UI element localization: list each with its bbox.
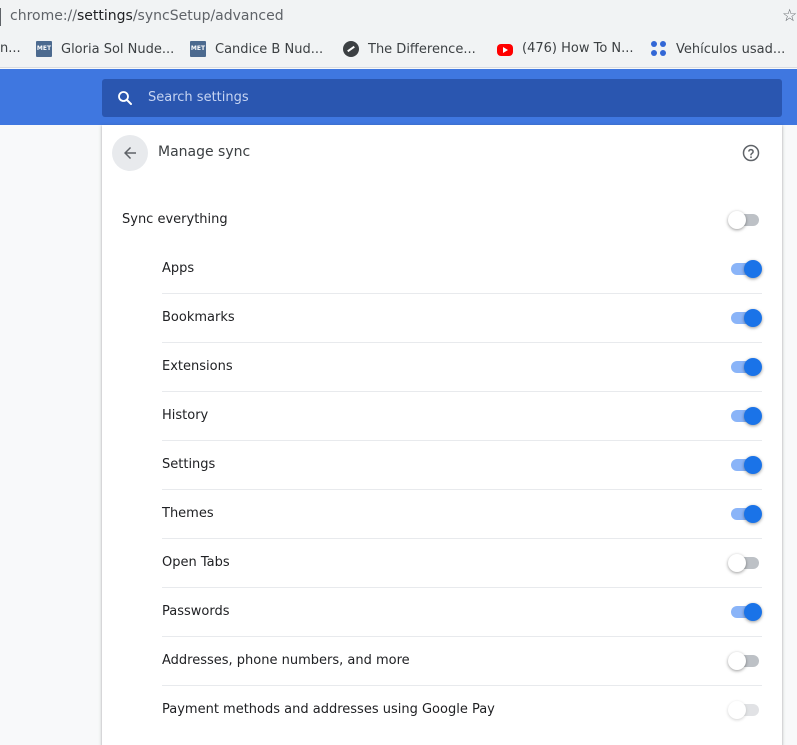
- toggle-knob: [744, 260, 762, 278]
- page-title: Manage sync: [158, 144, 251, 160]
- dots-favicon-icon: [651, 41, 667, 57]
- apps-toggle[interactable]: [728, 259, 762, 279]
- search-input[interactable]: Search settings: [102, 79, 782, 117]
- sync-item-bookmarks: Bookmarks: [162, 293, 762, 342]
- address-bar-edge: [0, 8, 1, 26]
- sync-item-label: Open Tabs: [162, 555, 230, 570]
- toggle-knob: [744, 407, 762, 425]
- toggle-knob: [744, 456, 762, 474]
- sync-item-label: History: [162, 408, 209, 423]
- bookmark-label: (476) How To N...: [522, 41, 634, 56]
- sync-item-passwords: Passwords: [162, 587, 762, 636]
- bookmark-item-3[interactable]: The Difference...: [343, 41, 476, 57]
- bookmarks-bar: n... MET Gloria Sol Nude... MET Candice …: [0, 34, 797, 68]
- sync-item-label: Addresses, phone numbers, and more: [162, 653, 410, 668]
- back-button[interactable]: [112, 135, 148, 171]
- toggle-knob: [744, 603, 762, 621]
- bookmark-item-2[interactable]: MET Candice B Nud...: [190, 41, 323, 57]
- sync-item-addresses: Addresses, phone numbers, and more: [162, 636, 762, 685]
- sync-items-list: Apps Bookmarks Extensions History Settin…: [162, 245, 762, 734]
- bookmark-star-icon[interactable]: ☆: [782, 6, 797, 26]
- sync-item-label: Settings: [162, 457, 216, 472]
- toggle-knob: [728, 554, 746, 572]
- sync-everything-label: Sync everything: [122, 212, 228, 227]
- bookmark-cutoff[interactable]: n...: [0, 41, 21, 56]
- sync-item-label: Themes: [162, 506, 214, 521]
- sync-item-themes: Themes: [162, 489, 762, 538]
- sync-item-open-tabs: Open Tabs: [162, 538, 762, 587]
- sync-item-label: Passwords: [162, 604, 230, 619]
- arrow-back-icon: [124, 147, 136, 159]
- payment-methods-toggle[interactable]: [728, 700, 762, 720]
- bookmark-label: Candice B Nud...: [215, 41, 324, 57]
- sync-everything-row: Sync everything: [122, 205, 762, 235]
- sync-item-apps: Apps: [162, 245, 762, 293]
- met-favicon-icon: MET: [190, 41, 206, 57]
- open-tabs-toggle[interactable]: [728, 553, 762, 573]
- settings-header: Search settings: [0, 69, 797, 125]
- search-icon: [118, 91, 132, 105]
- bookmark-item-1[interactable]: MET Gloria Sol Nude...: [36, 41, 174, 57]
- bookmark-item-5[interactable]: Vehículos usad...: [651, 41, 785, 57]
- bookmark-label: Vehículos usad...: [676, 41, 786, 57]
- url-host: settings: [77, 8, 133, 24]
- bookmark-label: The Difference...: [368, 41, 476, 57]
- toggle-knob: [744, 309, 762, 327]
- bookmark-label: Gloria Sol Nude...: [61, 41, 175, 57]
- toggle-knob: [744, 358, 762, 376]
- manage-sync-card: Manage sync Sync everything Apps Bookmar…: [102, 125, 782, 745]
- url-text[interactable]: chrome://settings/syncSetup/advanced: [10, 8, 284, 24]
- dark-circle-favicon-icon: [343, 41, 359, 57]
- met-favicon-icon: MET: [36, 41, 52, 57]
- themes-toggle[interactable]: [728, 504, 762, 524]
- bookmark-label: n...: [0, 41, 21, 56]
- url-scheme: chrome://: [10, 8, 77, 24]
- youtube-favicon-icon: [497, 43, 513, 56]
- help-icon[interactable]: [742, 144, 760, 162]
- bookmarks-toggle[interactable]: [728, 308, 762, 328]
- search-placeholder: Search settings: [148, 90, 249, 105]
- sync-item-label: Apps: [162, 261, 195, 276]
- toggle-knob: [728, 701, 746, 719]
- history-toggle[interactable]: [728, 406, 762, 426]
- sync-item-history: History: [162, 391, 762, 440]
- settings-toggle[interactable]: [728, 455, 762, 475]
- url-path: /syncSetup/advanced: [132, 8, 284, 24]
- bookmark-item-4[interactable]: (476) How To N...: [497, 41, 634, 56]
- sync-item-label: Payment methods and addresses using Goog…: [162, 702, 495, 717]
- toggle-knob: [744, 505, 762, 523]
- toggle-knob: [728, 652, 746, 670]
- sync-item-settings: Settings: [162, 440, 762, 489]
- sync-item-label: Extensions: [162, 359, 233, 374]
- extensions-toggle[interactable]: [728, 357, 762, 377]
- address-bar[interactable]: chrome://settings/syncSetup/advanced ☆: [0, 0, 797, 34]
- sync-item-label: Bookmarks: [162, 310, 235, 325]
- sync-everything-toggle[interactable]: [728, 210, 762, 230]
- toggle-knob: [728, 211, 746, 229]
- passwords-toggle[interactable]: [728, 602, 762, 622]
- sync-item-extensions: Extensions: [162, 342, 762, 391]
- addresses-toggle[interactable]: [728, 651, 762, 671]
